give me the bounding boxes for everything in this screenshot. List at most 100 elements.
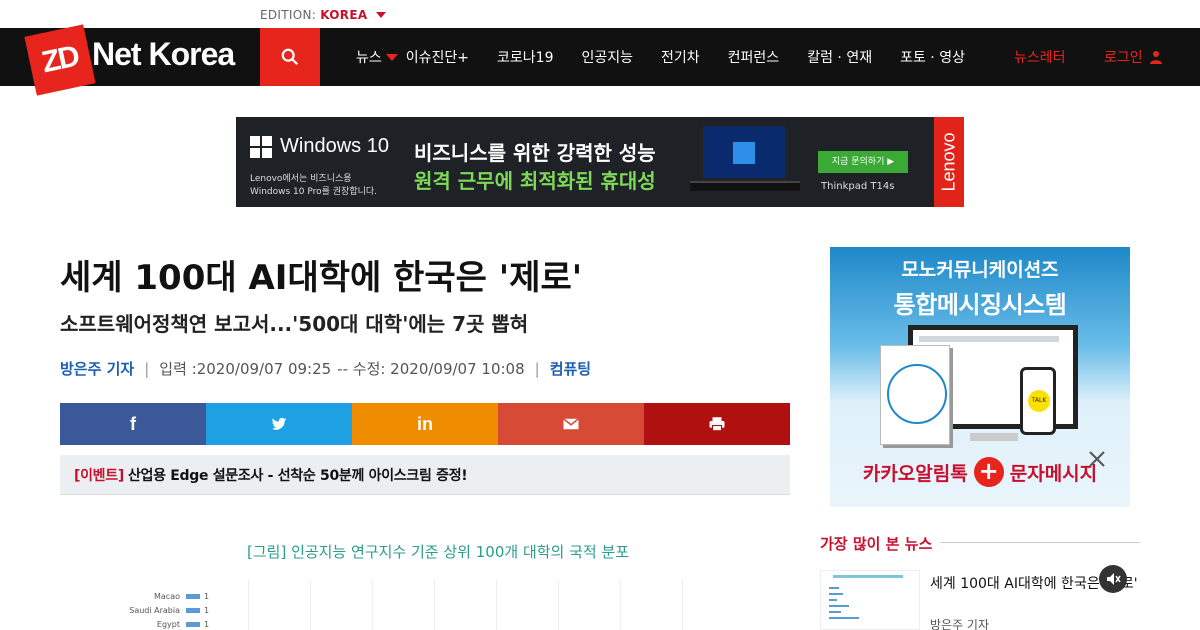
share-linkedin-button[interactable]: in xyxy=(352,403,498,445)
caret-down-icon xyxy=(375,12,386,18)
linkedin-icon: in xyxy=(417,413,433,434)
event-banner[interactable]: [이벤트] 산업용 Edge 설문조사 - 선착순 50분께 아이스크림 증정! xyxy=(60,455,790,495)
laptop-image xyxy=(690,123,800,195)
chart-row-value: 1 xyxy=(204,605,210,615)
side-ad-bottom: 카카오알림톡 + 문자메시지 xyxy=(830,457,1130,487)
most-viewed-author: 방은주 기자 xyxy=(930,618,990,630)
lenovo-logo: Lenovo xyxy=(934,117,964,207)
facebook-icon: f xyxy=(130,413,136,434)
side-ad-sms: 문자메시지 xyxy=(1009,462,1098,485)
chart-row: Macao 1 xyxy=(120,589,209,603)
event-text: 산업용 Edge 설문조사 - 선착순 50분께 아이스크림 증정! xyxy=(127,467,468,484)
chart-gridline xyxy=(372,580,373,630)
login-label: 로그인 xyxy=(1104,50,1143,66)
phone-image xyxy=(1020,367,1056,435)
software-box-image xyxy=(880,345,950,445)
share-email-button[interactable] xyxy=(498,403,644,445)
meta-divider: | xyxy=(534,359,540,378)
share-twitter-button[interactable] xyxy=(206,403,352,445)
side-ad-line1: 모노커뮤니케이션즈 xyxy=(901,259,1059,281)
banner-headline-1: 비즈니스를 위한 강력한 성능 xyxy=(414,141,656,165)
side-ad[interactable]: 모노커뮤니케이션즈 통합메시징시스템 카카오알림톡 + 문자메시지 xyxy=(830,247,1130,507)
newsletter-link[interactable]: 뉴스레터 xyxy=(1014,47,1066,67)
edition-label: EDITION: xyxy=(260,8,317,22)
menu-item-news[interactable]: 뉴스 xyxy=(356,47,398,67)
chart-row: Saudi Arabia 1 xyxy=(120,603,209,617)
most-viewed-heading: 가장 많이 본 뉴스 xyxy=(820,535,933,553)
chart-gridline xyxy=(248,580,249,630)
share-bar: f in xyxy=(60,403,790,445)
banner-ad[interactable]: Windows 10 Lenovo에서는 비즈니스용 Windows 10 Pr… xyxy=(236,117,964,207)
chart-row-label: Macao xyxy=(154,591,180,601)
chart-gridline xyxy=(682,580,683,630)
windows-logo: Windows 10 xyxy=(250,135,389,158)
banner-headline-2: 원격 근무에 최적화된 휴대성 xyxy=(414,169,656,193)
chart-row-value: 1 xyxy=(204,591,210,601)
windows-brand: Windows 10 xyxy=(280,135,389,157)
logo-zd: ZD xyxy=(24,24,96,96)
chart-row-value: 1 xyxy=(204,619,210,629)
menu-item-ev[interactable]: 전기차 xyxy=(661,47,700,67)
search-button[interactable] xyxy=(260,28,320,86)
windows-icon xyxy=(250,135,272,158)
search-icon xyxy=(281,48,298,65)
menu-item-column[interactable]: 칼럼 · 연재 xyxy=(807,47,872,67)
chart-gridline xyxy=(434,580,435,630)
menu-item-ai[interactable]: 인공지능 xyxy=(582,47,634,67)
article-headline: 세계 100대 AI대학에 한국은 '제로' xyxy=(60,258,583,298)
menu-item-conference[interactable]: 컨퍼런스 xyxy=(728,47,780,67)
chart-gridline xyxy=(620,580,621,630)
logo-text: Net Korea xyxy=(92,36,235,72)
edition-selector[interactable]: EDITION: KOREA xyxy=(260,8,386,22)
chart-gridline xyxy=(496,580,497,630)
chart-row: Egypt 1 xyxy=(120,617,209,630)
event-tag: [이벤트] xyxy=(74,467,124,484)
banner-cta-button[interactable]: 지금 문의하기 ▶ xyxy=(818,151,908,173)
mute-button[interactable] xyxy=(1099,565,1127,593)
close-icon[interactable] xyxy=(1088,450,1106,468)
email-icon xyxy=(563,418,579,430)
menu-item-issue[interactable]: 이슈진단+ xyxy=(406,47,469,67)
user-icon xyxy=(1149,51,1162,64)
plus-icon: + xyxy=(973,457,1004,487)
figure-title: [그림] 인공지능 연구지수 기준 상위 100개 대학의 국적 분포 xyxy=(247,543,630,561)
figure-chart: Macao 1 Saudi Arabia 1 Egypt 1 xyxy=(120,580,760,630)
top-navbar: ZD Net Korea 뉴스 이슈진단+ 코로나19 인공지능 전기차 컨퍼런… xyxy=(0,24,1200,96)
published-date: 입력 :2020/09/07 09:25 xyxy=(159,360,332,378)
chart-bar xyxy=(186,621,200,627)
share-facebook-button[interactable]: f xyxy=(60,403,206,445)
article-meta: 방은주 기자 | 입력 :2020/09/07 09:25 -- 수정: 202… xyxy=(60,358,591,379)
meta-divider: | xyxy=(144,359,150,378)
chart-bar xyxy=(186,607,200,613)
chart-bar xyxy=(186,593,200,599)
monitor-stand xyxy=(970,433,1018,441)
print-icon xyxy=(709,417,725,432)
twitter-icon xyxy=(271,417,287,430)
print-button[interactable] xyxy=(644,403,790,445)
menu-item-label: 뉴스 xyxy=(356,50,382,66)
caret-down-icon xyxy=(385,54,398,61)
lenovo-label: Lenovo xyxy=(938,132,959,192)
main-menu: 뉴스 이슈진단+ 코로나19 인공지능 전기차 컨퍼런스 칼럼 · 연재 포토 … xyxy=(356,28,993,86)
menu-item-corona[interactable]: 코로나19 xyxy=(497,47,553,67)
banner-sub2: Windows 10 Pro를 권장합니다. xyxy=(250,187,378,197)
menu-item-photo[interactable]: 포토 · 영상 xyxy=(900,47,965,67)
most-viewed-thumbnail[interactable] xyxy=(820,570,920,630)
banner-sub1: Lenovo에서는 비즈니스용 xyxy=(250,174,352,184)
updated-date: -- 수정: 2020/09/07 10:08 xyxy=(337,360,525,378)
side-ad-line2: 통합메시징시스템 xyxy=(893,291,1067,319)
chart-row-label: Egypt xyxy=(156,619,180,629)
banner-model: Thinkpad T14s xyxy=(821,181,895,192)
side-ad-kakao: 카카오알림톡 xyxy=(862,462,968,485)
article-subhead: 소프트웨어정책연 보고서...'500대 대학'에는 7곳 뽑혀 xyxy=(60,312,529,336)
chart-gridline xyxy=(310,580,311,630)
divider xyxy=(940,542,1140,543)
banner-subtext: Lenovo에서는 비즈니스용 Windows 10 Pro를 권장합니다. xyxy=(250,173,377,199)
chart-row-label: Saudi Arabia xyxy=(129,605,180,615)
login-link[interactable]: 로그인 xyxy=(1104,47,1163,67)
author-link[interactable]: 방은주 기자 xyxy=(60,358,134,379)
chart-gridline xyxy=(558,580,559,630)
edition-value: KOREA xyxy=(320,8,368,22)
speaker-muted-icon xyxy=(1107,573,1121,585)
category-link[interactable]: 컴퓨팅 xyxy=(550,358,591,379)
